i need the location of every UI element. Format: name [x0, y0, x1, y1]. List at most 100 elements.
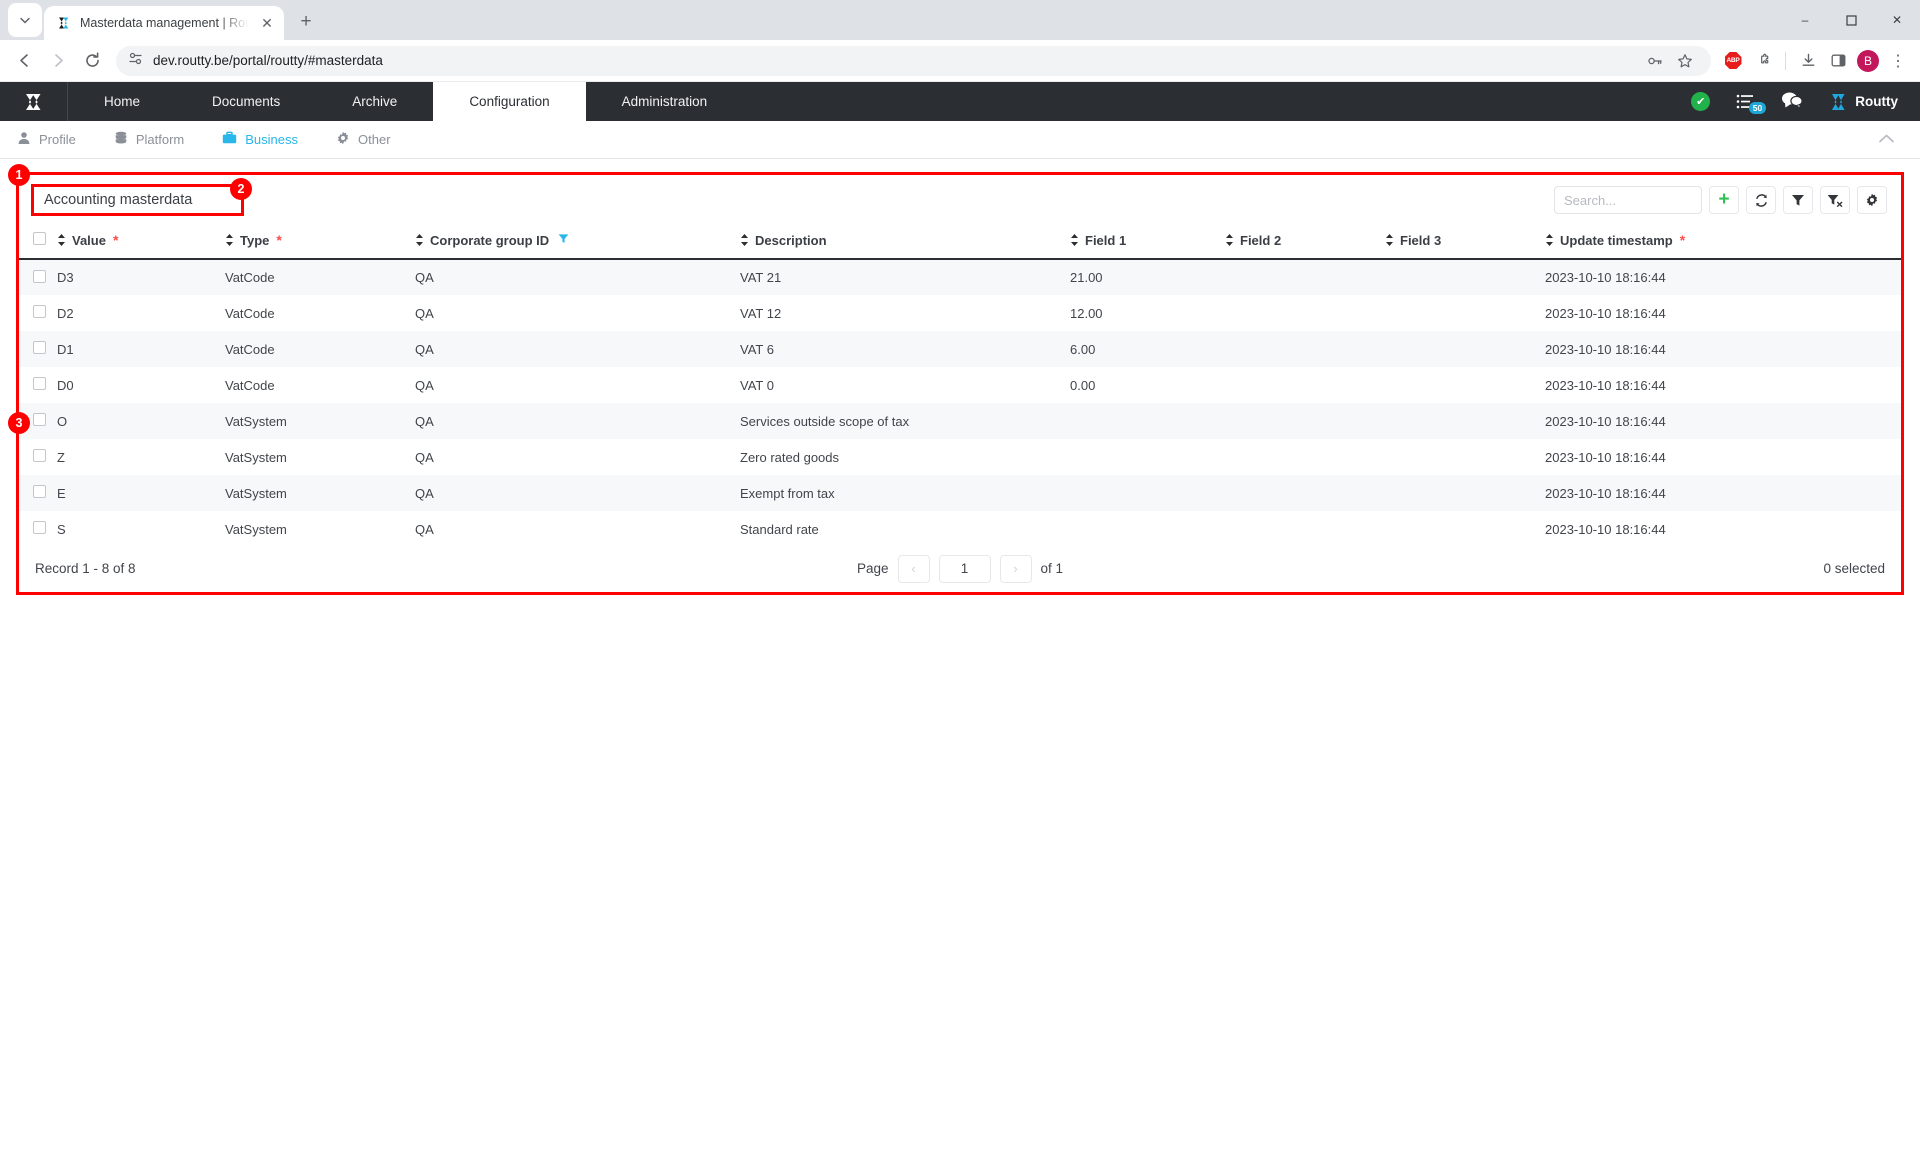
row-select-cell[interactable] — [19, 295, 57, 331]
clear-filter-icon[interactable] — [1820, 186, 1850, 214]
extensions-puzzle-icon[interactable] — [1749, 47, 1777, 75]
select-all-header[interactable] — [19, 225, 57, 260]
subnav-item-platform[interactable]: Platform — [114, 131, 184, 148]
subnav-item-other[interactable]: Other — [336, 131, 391, 148]
routty-logo-icon[interactable] — [0, 82, 68, 121]
column-header-field-2[interactable]: Field 2 — [1225, 225, 1385, 260]
close-icon[interactable]: ✕ — [258, 14, 276, 32]
user-menu[interactable]: Routty — [1829, 92, 1898, 112]
table-row[interactable]: D0 VatCode QA VAT 0 0.00 2023-10-10 18:16:44 — [19, 367, 1901, 403]
side-panel-icon[interactable] — [1824, 47, 1852, 75]
sort-icon[interactable] — [1545, 233, 1554, 247]
table-row[interactable]: D2 VatCode QA VAT 12 12.00 2023-10-10 18:16:4… — [19, 295, 1901, 331]
row-checkbox[interactable] — [33, 341, 46, 354]
password-key-icon[interactable] — [1641, 47, 1669, 75]
reload-button[interactable] — [76, 45, 108, 77]
cell-value: O — [57, 413, 68, 429]
sort-icon[interactable] — [1225, 233, 1234, 247]
subnav-item-profile[interactable]: Profile — [17, 131, 76, 148]
column-header-field-1[interactable]: Field 1 — [1070, 225, 1225, 260]
sort-icon[interactable] — [415, 233, 424, 247]
column-label: Value — [72, 232, 106, 248]
column-header-field-3[interactable]: Field 3 — [1385, 225, 1545, 260]
prev-page-button[interactable]: ‹ — [897, 554, 930, 583]
new-tab-button[interactable]: + — [292, 8, 320, 36]
row-checkbox[interactable] — [33, 521, 46, 534]
table-row[interactable]: S VatSystem QA Standard rate 2023-10-10 18:1… — [19, 511, 1901, 547]
tab-search-button[interactable] — [8, 3, 42, 37]
sort-icon[interactable] — [740, 233, 749, 247]
active-filter-icon[interactable] — [558, 233, 569, 247]
adblock-plus-icon[interactable]: ABP — [1719, 47, 1747, 75]
table-row[interactable]: D1 VatCode QA VAT 6 6.00 2023-10-10 18:16:44 — [19, 331, 1901, 367]
column-header-type[interactable]: Type * — [225, 225, 415, 260]
download-icon[interactable] — [1794, 47, 1822, 75]
nav-item-home[interactable]: Home — [68, 82, 176, 121]
masterdata-panel: 1 3 Accounting masterdata 2 + — [8, 164, 1904, 595]
column-header-description[interactable]: Description — [740, 225, 1070, 260]
row-select-cell[interactable] — [19, 475, 57, 511]
sort-icon[interactable] — [1070, 233, 1079, 247]
panel-toolbar: + — [1554, 186, 1887, 214]
table-row[interactable]: O VatSystem QA Services outside scope of ta… — [19, 403, 1901, 439]
column-header-update-timestamp[interactable]: Update timestamp * — [1545, 225, 1901, 260]
row-select-cell[interactable] — [19, 259, 57, 295]
minimize-button[interactable]: – — [1782, 3, 1828, 37]
close-window-button[interactable]: ✕ — [1874, 3, 1920, 37]
table-header-row: Value * Type * Corporate group ID Descri… — [19, 225, 1901, 260]
forward-button[interactable] — [42, 45, 74, 77]
bookmark-star-icon[interactable] — [1671, 47, 1699, 75]
search-input[interactable] — [1554, 186, 1702, 214]
profile-avatar[interactable]: B — [1854, 47, 1882, 75]
row-select-cell[interactable] — [19, 331, 57, 367]
sort-icon[interactable] — [1385, 233, 1394, 247]
tasks-count-badge: 50 — [1748, 102, 1767, 114]
select-all-checkbox[interactable] — [33, 232, 46, 245]
tasks-list-icon[interactable]: 50 — [1736, 93, 1767, 114]
row-select-cell[interactable] — [19, 511, 57, 547]
refresh-icon[interactable] — [1746, 186, 1776, 214]
cell-field-2 — [1225, 511, 1385, 547]
row-checkbox[interactable] — [33, 377, 46, 390]
cell-field-3 — [1385, 511, 1545, 547]
next-page-button[interactable]: › — [999, 554, 1032, 583]
maximize-button[interactable] — [1828, 3, 1874, 37]
status-ok-icon[interactable]: ✔ — [1691, 92, 1711, 111]
chat-bubbles-icon[interactable] — [1781, 91, 1803, 112]
nav-item-archive[interactable]: Archive — [316, 82, 433, 121]
row-select-cell[interactable] — [19, 367, 57, 403]
nav-item-administration[interactable]: Administration — [586, 82, 744, 121]
back-button[interactable] — [8, 45, 40, 77]
cell-value: D3 — [57, 270, 74, 285]
nav-item-configuration[interactable]: Configuration — [433, 82, 586, 121]
subnav-item-business[interactable]: Business — [222, 131, 298, 148]
settings-gear-icon[interactable] — [1857, 186, 1887, 214]
table-row[interactable]: Z VatSystem QA Zero rated goods 2023-10-10 1… — [19, 439, 1901, 475]
column-header-value[interactable]: Value * — [57, 225, 225, 260]
chevron-up-icon[interactable] — [1878, 132, 1903, 147]
row-checkbox[interactable] — [33, 485, 46, 498]
site-settings-icon[interactable] — [128, 51, 143, 71]
filter-icon[interactable] — [1783, 186, 1813, 214]
row-checkbox[interactable] — [33, 449, 46, 462]
row-checkbox[interactable] — [33, 305, 46, 318]
address-bar[interactable]: dev.routty.be/portal/routty/#masterdata — [116, 45, 1711, 76]
nav-item-documents[interactable]: Documents — [176, 82, 316, 121]
column-header-corporate-group-id[interactable]: Corporate group ID — [415, 225, 740, 260]
add-record-button[interactable]: + — [1709, 186, 1739, 214]
sort-icon[interactable] — [225, 233, 234, 247]
main-navigation: Home Documents Archive Configuration Adm… — [0, 82, 1920, 121]
page-number-input[interactable] — [938, 554, 991, 583]
cell-field-3 — [1385, 439, 1545, 475]
abp-label: ABP — [1724, 52, 1742, 69]
masterdata-type-selector[interactable]: Accounting masterdata 2 — [31, 178, 252, 216]
table-row[interactable]: E VatSystem QA Exempt from tax 2023-10-10 18… — [19, 475, 1901, 511]
browser-tab[interactable]: Masterdata management | Rout ✕ — [44, 6, 284, 40]
table-row[interactable]: D3 VatCode QA VAT 21 21.00 2023-10-10 18:16:4… — [19, 259, 1901, 295]
row-checkbox[interactable] — [33, 413, 46, 426]
sort-icon[interactable] — [57, 233, 66, 247]
row-select-cell[interactable] — [19, 439, 57, 475]
row-checkbox[interactable] — [33, 269, 46, 283]
browser-menu-button[interactable]: ⋮ — [1884, 47, 1912, 75]
annotation-badge-1: 1 — [8, 164, 30, 186]
